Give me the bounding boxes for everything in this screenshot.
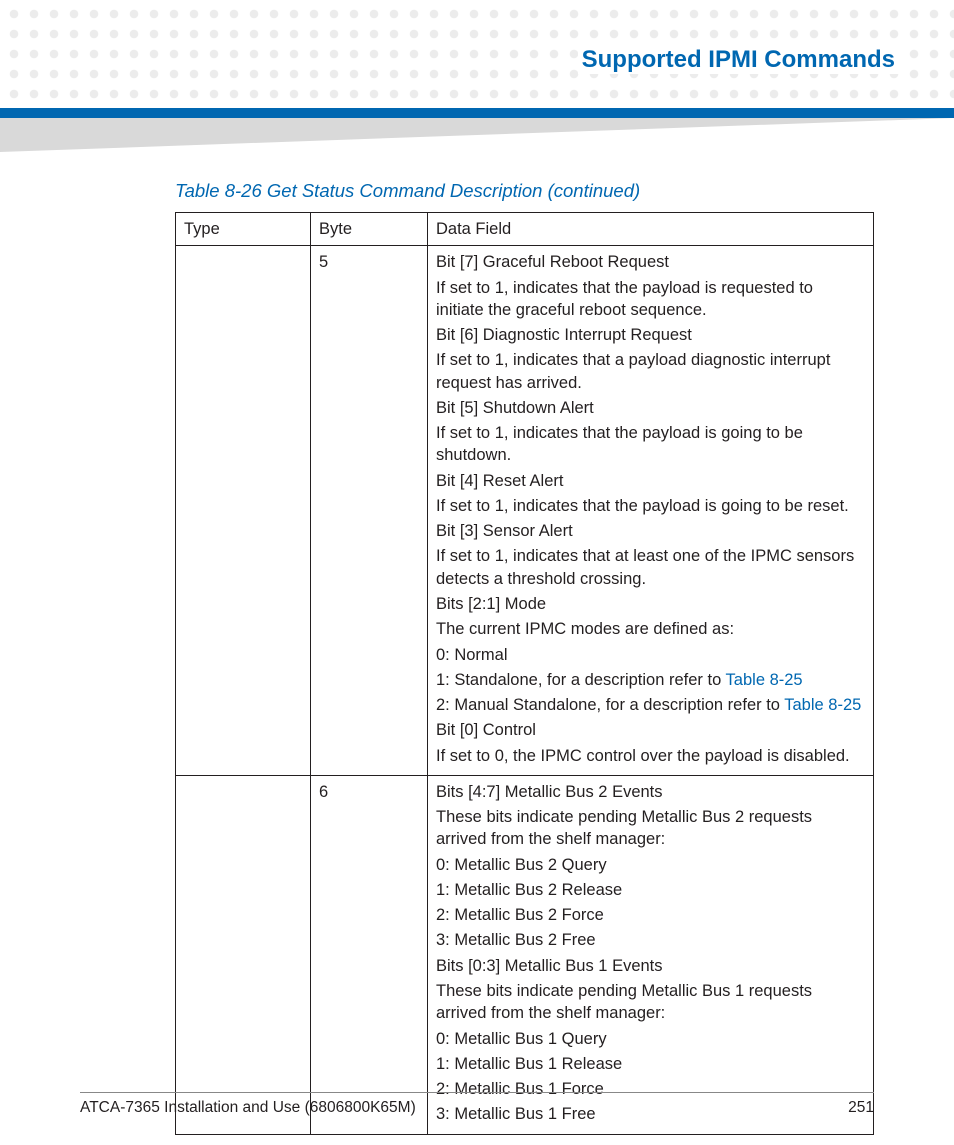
cell-type: [176, 246, 311, 776]
data-field-line: The current IPMC modes are defined as:: [436, 618, 865, 640]
data-field-line: If set to 1, indicates that the payload …: [436, 277, 865, 322]
data-field-line: These bits indicate pending Metallic Bus…: [436, 980, 865, 1025]
data-field-line: 0: Metallic Bus 2 Query: [436, 854, 865, 876]
data-field-line: Bit [3] Sensor Alert: [436, 520, 865, 542]
cell-byte: 5: [311, 246, 428, 776]
data-field-line: Bit [0] Control: [436, 719, 865, 741]
data-field-line: 2: Metallic Bus 2 Force: [436, 904, 865, 926]
header-gray-wedge: [0, 118, 954, 152]
data-field-line: 1: Metallic Bus 2 Release: [436, 879, 865, 901]
data-field-line: 1: Standalone, for a description refer t…: [436, 669, 865, 691]
table-caption: Table 8-26 Get Status Command Descriptio…: [175, 180, 874, 202]
footer-doc-title: ATCA-7365 Installation and Use (6806800K…: [80, 1099, 416, 1117]
data-field-line: If set to 1, indicates that a payload di…: [436, 349, 865, 394]
data-field-line: 0: Metallic Bus 1 Query: [436, 1028, 865, 1050]
col-header-type: Type: [176, 213, 311, 246]
page-content: Table 8-26 Get Status Command Descriptio…: [175, 180, 874, 1135]
data-field-line: If set to 0, the IPMC control over the p…: [436, 745, 865, 767]
table-row: 6 Bits [4:7] Metallic Bus 2 Events These b…: [176, 775, 874, 1134]
data-field-line: These bits indicate pending Metallic Bus…: [436, 806, 865, 851]
data-field-line: Bits [0:3] Metallic Bus 1 Events: [436, 955, 865, 977]
data-field-line: 1: Metallic Bus 1 Release: [436, 1053, 865, 1075]
page-footer: ATCA-7365 Installation and Use (6806800K…: [80, 1092, 874, 1117]
cell-type: [176, 775, 311, 1134]
data-field-line: Bits [4:7] Metallic Bus 2 Events: [436, 781, 865, 803]
data-field-line: Bit [5] Shutdown Alert: [436, 397, 865, 419]
data-field-line: If set to 1, indicates that the payload …: [436, 422, 865, 467]
footer-page-number: 251: [848, 1099, 874, 1117]
cell-data-field: Bits [4:7] Metallic Bus 2 Events These bi…: [428, 775, 874, 1134]
col-header-byte: Byte: [311, 213, 428, 246]
data-field-line: If set to 1, indicates that the payload …: [436, 495, 865, 517]
data-field-line: If set to 1, indicates that at least one…: [436, 545, 865, 590]
cell-byte: 6: [311, 775, 428, 1134]
data-field-line: Bit [7] Graceful Reboot Request: [436, 251, 865, 273]
data-field-line: Bit [4] Reset Alert: [436, 470, 865, 492]
data-field-line: Bit [6] Diagnostic Interrupt Request: [436, 324, 865, 346]
table-row: 5 Bit [7] Graceful Reboot Request If set t…: [176, 246, 874, 776]
data-field-line: 3: Metallic Bus 2 Free: [436, 929, 865, 951]
header-blue-bar: [0, 108, 954, 118]
cross-reference-link[interactable]: Table 8-25: [726, 671, 803, 689]
cross-reference-link[interactable]: Table 8-25: [784, 696, 861, 714]
cell-data-field: Bit [7] Graceful Reboot Request If set to…: [428, 246, 874, 776]
data-field-line: 2: Manual Standalone, for a description …: [436, 694, 865, 716]
data-field-line: 0: Normal: [436, 644, 865, 666]
command-description-table: Type Byte Data Field 5Bit [7] Graceful R…: [175, 212, 874, 1135]
data-field-line: Bits [2:1] Mode: [436, 593, 865, 615]
page-header-title: Supported IPMI Commands: [578, 46, 899, 74]
col-header-data-field: Data Field: [428, 213, 874, 246]
